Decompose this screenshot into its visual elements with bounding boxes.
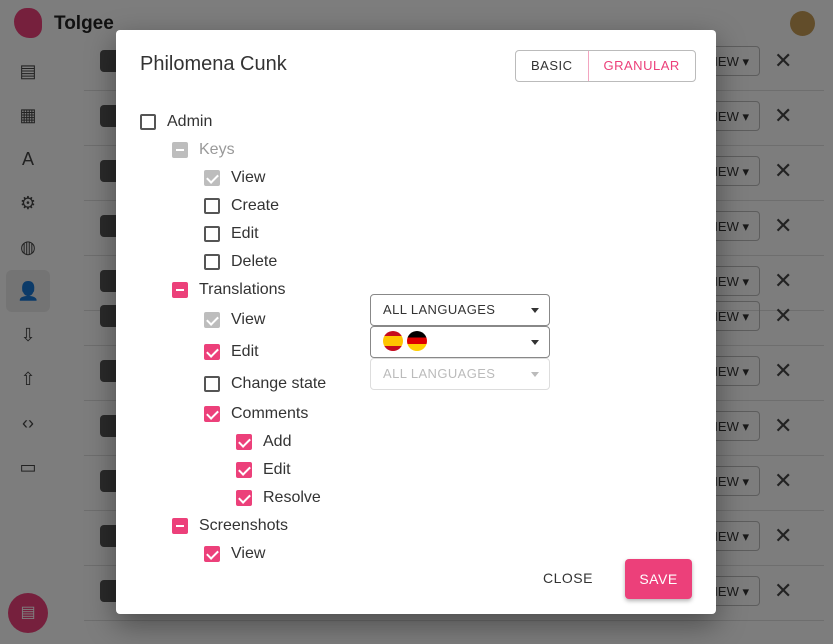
dialog-title: Philomena Cunk [140,53,287,75]
view-languages-select[interactable]: ALL LANGUAGES [370,294,550,326]
permission-item[interactable]: Translations [172,280,286,300]
checkbox-label: Admin [167,113,213,130]
checkbox-label: View [231,311,266,328]
close-button[interactable]: CLOSE [543,570,593,586]
checkbox-label: Translations [199,281,286,298]
checkbox[interactable] [172,518,188,534]
permissions-dialog: Philomena Cunk BASIC GRANULAR Admin Keys V… [116,30,716,614]
permission-item[interactable]: Keys [172,140,235,160]
checkbox-label: Edit [263,461,291,478]
permission-item[interactable]: Delete [204,252,277,272]
checkbox [204,312,220,328]
select-value: ALL LANGUAGES [383,366,496,381]
checkbox [204,170,220,186]
permission-item[interactable]: Add [236,432,291,452]
checkbox-label: Edit [231,343,259,360]
permission-item[interactable]: Comments [204,404,308,424]
permission-item[interactable]: Edit [204,342,259,362]
checkbox[interactable] [204,546,220,562]
checkbox [172,142,188,158]
spain-flag-icon [383,331,403,352]
checkbox[interactable] [204,254,220,270]
checkbox-label: Keys [199,141,235,158]
permission-item[interactable]: View [204,544,265,564]
checkbox[interactable] [204,344,220,360]
checkbox-label: Screenshots [199,517,288,534]
checkbox-label: Comments [231,405,309,422]
permission-item[interactable]: Change state [204,374,326,394]
checkbox[interactable] [140,114,156,130]
state-languages-select: ALL LANGUAGES [370,358,550,390]
checkbox[interactable] [204,198,220,214]
dropdown-arrow-icon [531,340,539,345]
checkbox-label: Resolve [263,489,321,506]
edit-languages-select[interactable] [370,326,550,358]
checkbox[interactable] [236,434,252,450]
mode-toggle: BASIC GRANULAR [515,50,696,82]
dropdown-arrow-icon [531,372,539,377]
checkbox-label: Delete [231,253,278,270]
checkbox[interactable] [204,376,220,392]
checkbox-label: Add [263,433,292,450]
checkbox-label: Create [231,197,280,214]
checkbox-label: View [231,545,266,562]
permission-item[interactable]: Resolve [236,488,321,508]
permission-item[interactable]: Admin [140,112,212,132]
checkbox[interactable] [236,462,252,478]
checkbox[interactable] [204,226,220,242]
select-value: ALL LANGUAGES [383,302,496,317]
checkbox[interactable] [172,282,188,298]
checkbox[interactable] [236,490,252,506]
checkbox-label: View [231,169,266,186]
permission-item[interactable]: Create [204,196,279,216]
permission-item[interactable]: Screenshots [172,516,288,536]
dropdown-arrow-icon [531,308,539,313]
permission-item[interactable]: View [204,168,265,188]
checkbox-label: Change state [231,375,327,392]
permission-item[interactable]: Edit [204,224,259,244]
save-button[interactable]: SAVE [625,559,692,599]
checkbox[interactable] [204,406,220,422]
basic-mode-button[interactable]: BASIC [516,51,589,81]
germany-flag-icon [407,331,427,352]
checkbox-label: Edit [231,225,259,242]
permission-item[interactable]: View [204,310,265,330]
granular-mode-button[interactable]: GRANULAR [587,51,695,81]
permission-item[interactable]: Edit [236,460,291,480]
